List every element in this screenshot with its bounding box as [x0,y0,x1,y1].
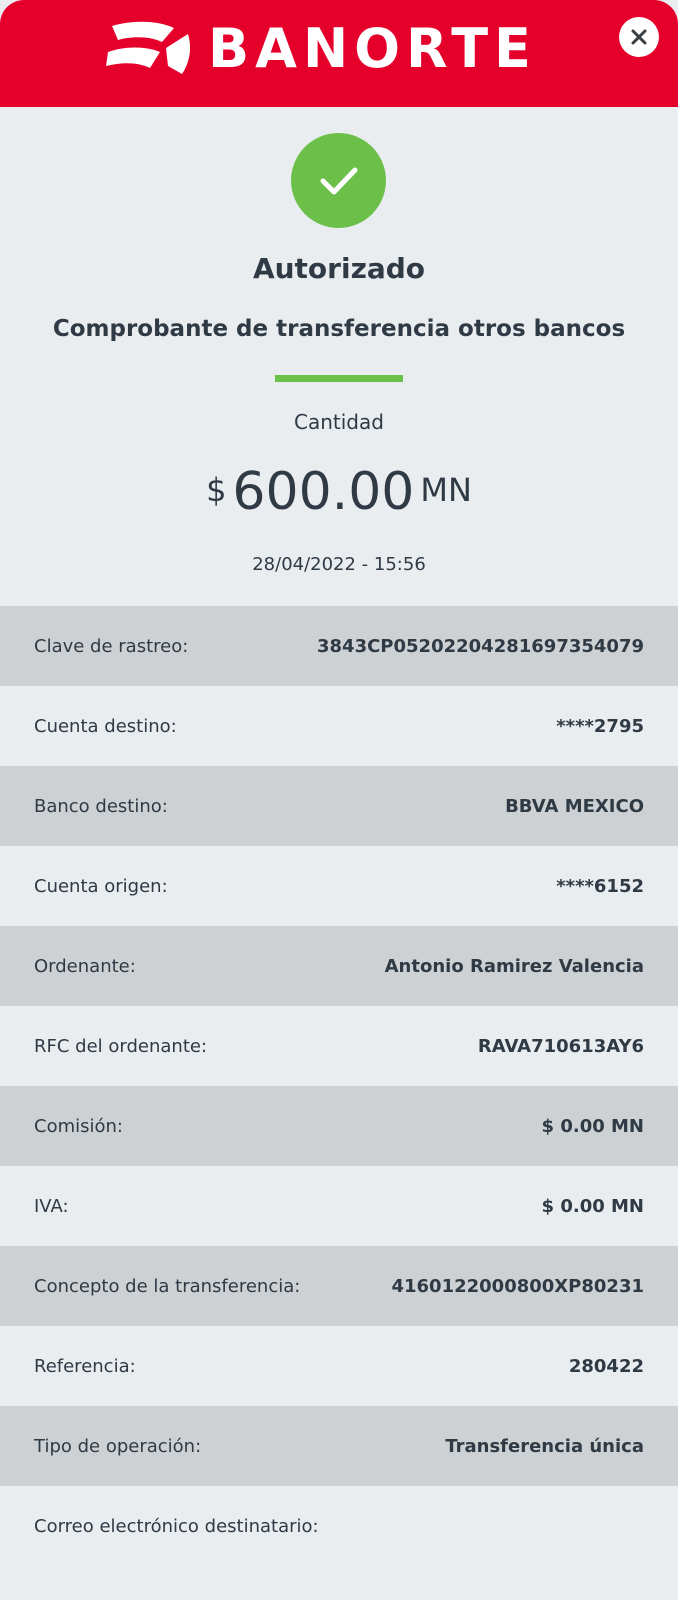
detail-row-referencia: Referencia: 280422 [0,1326,678,1406]
detail-label: Banco destino: [34,795,168,817]
amount-label: Cantidad [294,410,384,434]
detail-value: $ 0.00 MN [541,1195,644,1217]
detail-row-clave-rastreo: Clave de rastreo: 3843CP0520220428169735… [0,606,678,686]
detail-value: Antonio Ramirez Valencia [384,955,644,977]
detail-value: RAVA710613AY6 [477,1035,644,1057]
detail-row-comision: Comisión: $ 0.00 MN [0,1086,678,1166]
close-button[interactable] [619,17,659,57]
receipt-screen: BANORTE Autorizado Comprobante de transf… [0,0,678,1600]
detail-label: Comisión: [34,1115,123,1137]
detail-value: 3843CP05202204281697354079 [317,635,644,657]
detail-row-correo-destinatario: Correo electrónico destinatario: [0,1486,678,1566]
detail-label: Tipo de operación: [34,1435,202,1457]
detail-row-cuenta-destino: Cuenta destino: ****2795 [0,686,678,766]
check-icon [320,167,357,194]
currency-symbol: $ [206,471,227,509]
detail-value: 4160122000800XP80231 [391,1275,644,1297]
detail-label: Referencia: [34,1355,136,1377]
header-bar: BANORTE [0,0,678,107]
details-list: Clave de rastreo: 3843CP0520220428169735… [0,606,678,1566]
detail-value: 280422 [568,1355,644,1377]
detail-label: RFC del ordenante: [34,1035,208,1057]
detail-row-iva: IVA: $ 0.00 MN [0,1166,678,1246]
detail-row-concepto: Concepto de la transferencia: 4160122000… [0,1246,678,1326]
close-icon [631,29,647,45]
receipt-subtitle: Comprobante de transferencia otros banco… [52,316,626,342]
detail-value: Transferencia única [445,1435,644,1457]
detail-row-cuenta-origen: Cuenta origen: ****6152 [0,846,678,926]
detail-value: BBVA MEXICO [505,795,644,817]
detail-label: Concepto de la transferencia: [34,1275,301,1297]
detail-row-ordenante: Ordenante: Antonio Ramirez Valencia [0,926,678,1006]
amount-display: $600.00 MN [0,462,678,522]
detail-row-banco-destino: Banco destino: BBVA MEXICO [0,766,678,846]
detail-label: Clave de rastreo: [34,635,189,657]
transaction-datetime: 28/04/2022 - 15:56 [252,554,426,575]
detail-label: Ordenante: [34,955,136,977]
brand-name: BANORTE [208,17,537,80]
detail-label: IVA: [34,1195,69,1217]
detail-value: $ 0.00 MN [541,1115,644,1137]
detail-label: Cuenta destino: [34,715,177,737]
accent-divider [275,375,403,382]
detail-label: Correo electrónico destinatario: [34,1515,319,1537]
success-badge [291,133,386,228]
currency-unit: MN [420,471,472,509]
banorte-logo: BANORTE [102,18,582,80]
detail-value: ****6152 [556,875,644,897]
amount-value: 600.00 [232,462,415,522]
banorte-logo-icon [106,21,190,74]
detail-row-tipo-operacion: Tipo de operación: Transferencia única [0,1406,678,1486]
detail-row-rfc: RFC del ordenante: RAVA710613AY6 [0,1006,678,1086]
detail-value: ****2795 [556,715,644,737]
detail-label: Cuenta origen: [34,875,168,897]
status-title: Autorizado [252,252,426,285]
